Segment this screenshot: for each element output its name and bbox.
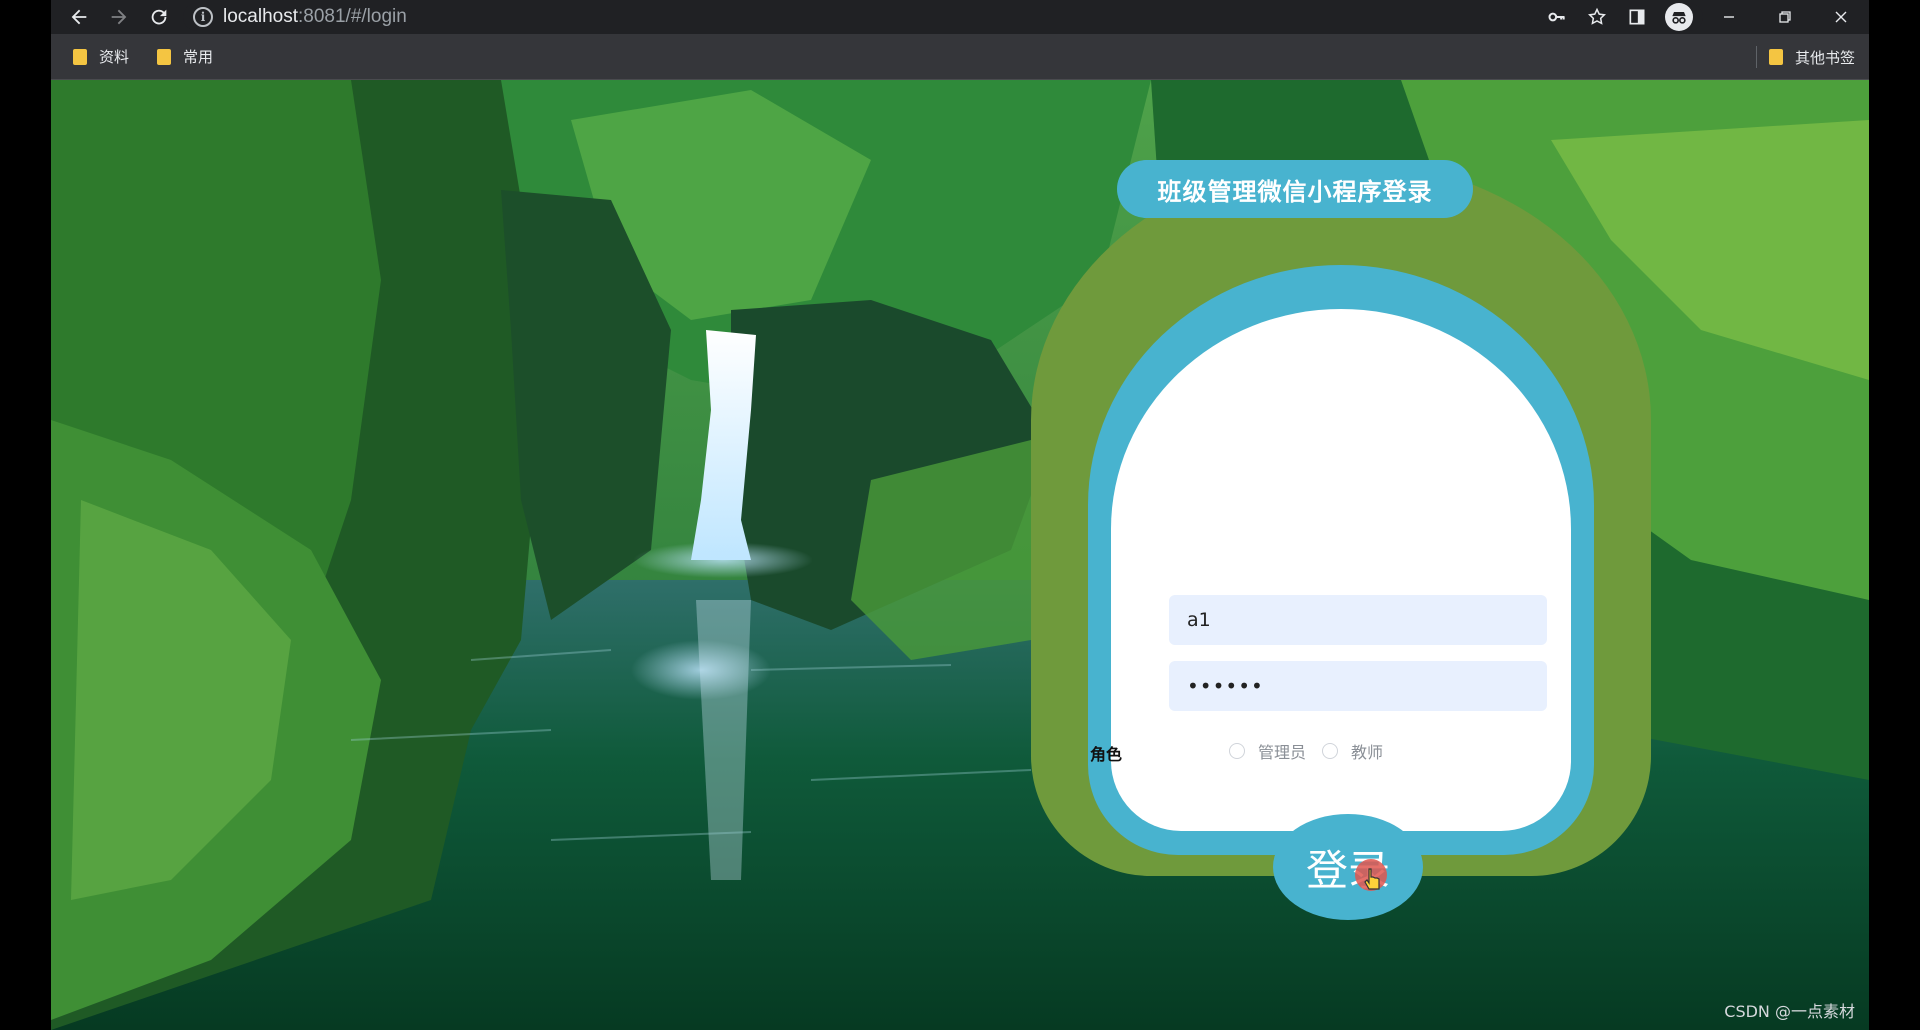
folder-icon [1768,49,1783,65]
minimize-button[interactable] [1701,0,1757,34]
role-label: 角色 [1090,745,1123,764]
close-icon [1835,11,1847,23]
back-button[interactable] [59,0,99,34]
star-icon[interactable] [1577,0,1617,34]
restore-button[interactable] [1757,0,1813,34]
browser-toolbar: i localhost:8081/#/login [51,0,1869,34]
address-bar[interactable]: i localhost:8081/#/login [183,3,1703,31]
hand-cursor-icon [1355,859,1387,891]
bookmark-folder-ziliao[interactable]: 资料 [67,42,135,72]
watermark: CSDN @一点素材 [1724,1002,1855,1021]
key-icon[interactable] [1537,0,1577,34]
incognito-icon[interactable] [1665,3,1693,31]
url-host: localhost [223,6,298,27]
bookmarks-bar: 资料 常用 其他书签 [51,34,1869,80]
reload-button[interactable] [139,0,179,34]
bookmark-label: 其他书签 [1794,48,1855,67]
bookmarks-divider [1756,46,1757,68]
side-panel-icon[interactable] [1617,0,1657,34]
role-option-admin[interactable]: 管理员 [1229,739,1306,763]
login-card-border: •••••• 角色 管理员 教师 [1088,265,1594,920]
login-card: •••••• 角色 管理员 教师 [1031,160,1651,920]
folder-icon [157,48,172,65]
screen: i localhost:8081/#/login 资料 常用 其他书签 a1 •… [0,0,1920,1030]
folder-icon [73,48,87,65]
arrow-left-icon [71,9,87,25]
radio-teacher[interactable] [1322,743,1339,759]
radio-admin[interactable] [1229,743,1245,759]
role-option-label: 教师 [1351,743,1384,762]
bookmark-label: 资料 [99,48,130,66]
browser-window: i localhost:8081/#/login 资料 常用 其他书签 a1 •… [51,0,1869,1030]
toolbar-right [1537,0,1869,34]
bookmark-folder-changyong[interactable]: 常用 [151,42,219,72]
url-path: :8081/#/login [298,6,407,27]
reload-icon [151,9,167,25]
username-input[interactable] [1169,595,1547,645]
restore-icon [1779,11,1791,23]
login-button[interactable]: 登录 [1273,814,1423,920]
bookmark-label: 常用 [183,48,214,66]
role-option-teacher[interactable]: 教师 [1322,739,1383,763]
role-option-label: 管理员 [1258,743,1307,762]
other-bookmarks[interactable]: 其他书签 [1763,42,1861,72]
page-viewport: •••••• 角色 管理员 教师 [51,80,1869,1030]
minimize-icon [1724,16,1734,18]
login-form: •••••• 角色 管理员 教师 [1090,309,1571,920]
site-info-icon[interactable]: i [193,7,213,27]
password-input[interactable]: •••••• [1169,661,1547,711]
role-radio-group: 管理员 教师 [1229,739,1399,763]
arrow-right-icon [111,9,127,25]
login-title: 班级管理微信小程序登录 [1117,160,1473,218]
close-button[interactable] [1813,0,1869,34]
url-text[interactable]: localhost:8081/#/login [223,6,407,28]
forward-button[interactable] [99,0,139,34]
